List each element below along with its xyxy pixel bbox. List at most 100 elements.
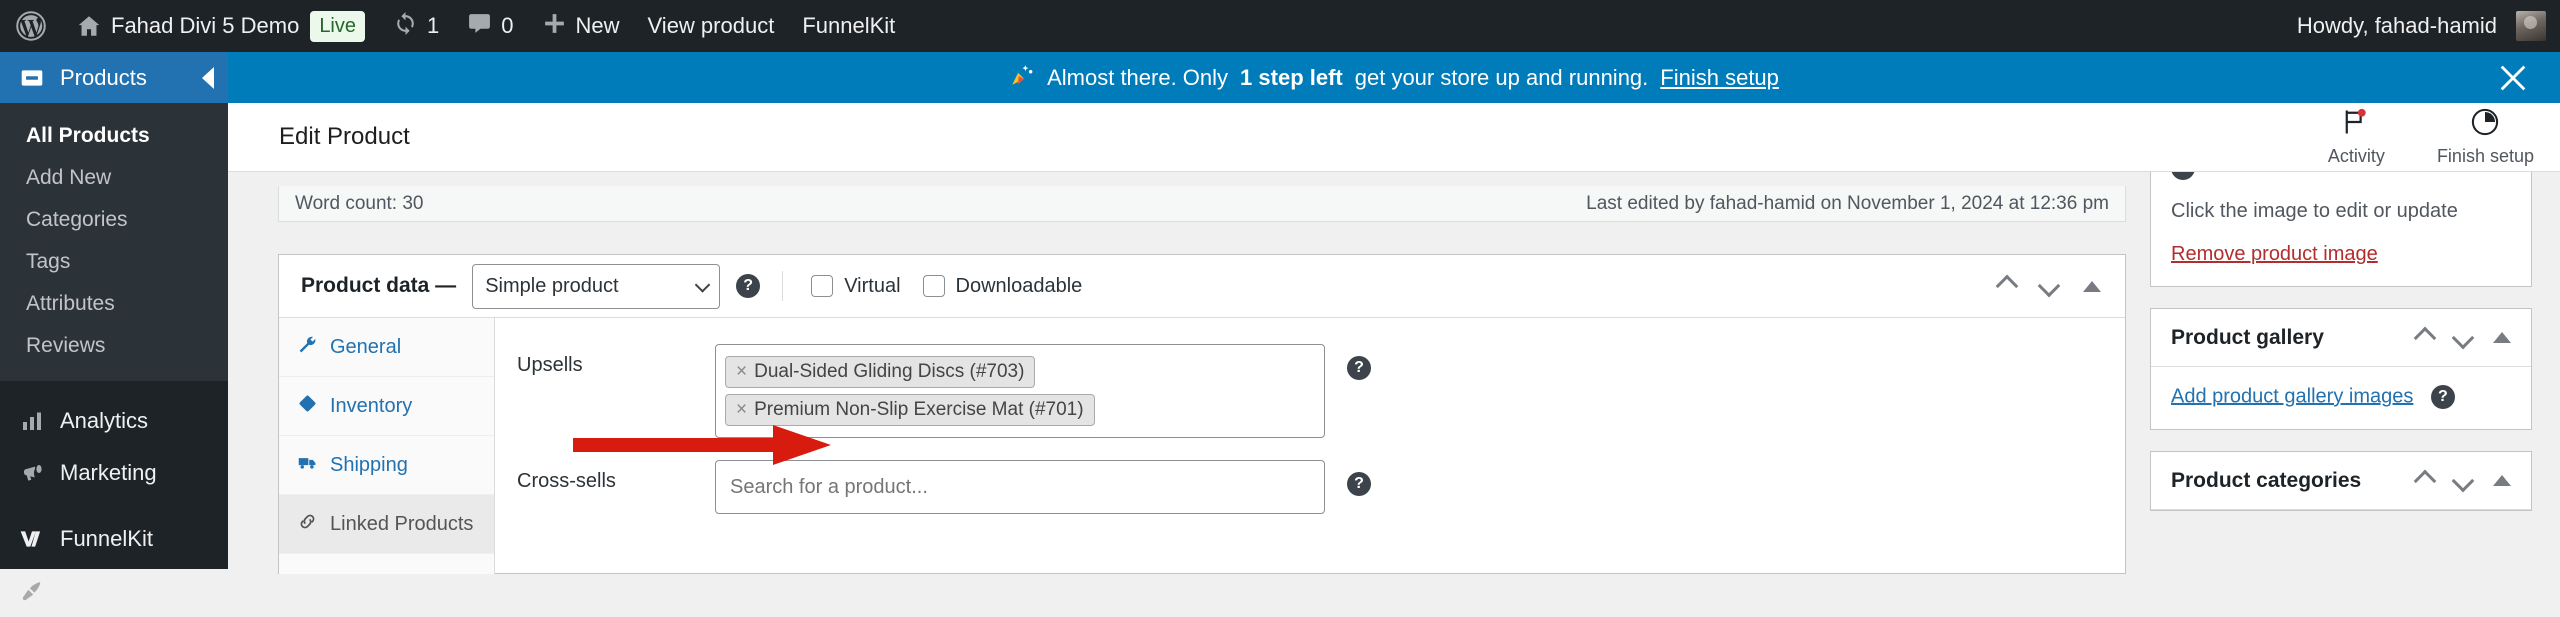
tab-linked-products[interactable]: Linked Products xyxy=(279,495,494,554)
site-name-label: Fahad Divi 5 Demo xyxy=(111,13,300,38)
upsells-help-icon[interactable]: ? xyxy=(1347,356,1371,380)
virtual-checkbox-group[interactable]: Virtual xyxy=(811,274,901,298)
tab-shipping-label: Shipping xyxy=(330,453,408,476)
downloadable-checkbox[interactable] xyxy=(922,275,945,297)
move-down-icon[interactable] xyxy=(2037,274,2061,298)
site-name-menu[interactable]: Fahad Divi 5 Demo Live xyxy=(62,0,379,52)
product-gallery-order-controls xyxy=(2413,326,2511,349)
product-image-caption: Click the image to edit or update xyxy=(2171,200,2458,222)
menu-separator-2 xyxy=(0,499,228,513)
woocommerce-header: Edit Product Activity Finish setup xyxy=(228,103,2560,172)
tab-shipping[interactable]: Shipping xyxy=(279,436,494,495)
product-type-select[interactable]: Simple product xyxy=(472,263,721,309)
admin-sidebar: Products All Products Add New Categories… xyxy=(0,52,228,603)
comments-menu[interactable]: 0 xyxy=(453,0,527,52)
collapse-menu-arrow-icon[interactable] xyxy=(202,66,214,89)
marketing-icon xyxy=(18,461,46,485)
product-categories-order-controls xyxy=(2413,469,2511,492)
product-categories-title: Product categories xyxy=(2171,468,2362,492)
celebration-icon xyxy=(1009,62,1035,94)
upsell-token-label: Premium Non-Slip Exercise Mat (#701) xyxy=(754,399,1084,420)
move-up-icon[interactable] xyxy=(1995,274,2019,298)
product-data-label: Product data — xyxy=(301,274,457,297)
submenu-item-attributes[interactable]: Attributes xyxy=(0,283,228,325)
submenu-item-tags[interactable]: Tags xyxy=(0,241,228,283)
wordpress-icon xyxy=(16,11,46,41)
annotation-arrow xyxy=(573,425,831,465)
crosssells-search-input[interactable] xyxy=(715,460,1325,514)
sidebar-item-marketing[interactable]: Marketing xyxy=(0,447,228,499)
finish-setup-button[interactable]: Finish setup xyxy=(2411,103,2560,171)
downloadable-checkbox-group[interactable]: Downloadable xyxy=(922,275,1082,298)
tab-inventory[interactable]: Inventory xyxy=(279,377,494,436)
move-up-icon[interactable] xyxy=(2413,469,2437,492)
upsell-token[interactable]: × Dual-Sided Gliding Discs (#703) xyxy=(725,356,1036,388)
sidebar-item-products[interactable]: Products xyxy=(0,52,228,103)
sidebar-products-label: Products xyxy=(60,64,147,90)
tab-general[interactable]: General xyxy=(279,318,494,377)
submenu-item-add-new[interactable]: Add New xyxy=(0,157,228,199)
user-account-menu[interactable]: Howdy, fahad-hamid xyxy=(2283,0,2560,52)
submenu-item-all-products[interactable]: All Products xyxy=(0,115,228,157)
activity-button[interactable]: Activity xyxy=(2302,103,2411,171)
remove-product-image-link[interactable]: Remove product image xyxy=(2171,243,2378,265)
activity-label: Activity xyxy=(2327,146,2385,166)
move-down-icon[interactable] xyxy=(2451,326,2475,349)
sidebar-item-appearance[interactable]: Appearance xyxy=(0,565,228,617)
remove-token-icon[interactable]: × xyxy=(736,361,747,383)
howdy-label: Howdy, fahad-hamid xyxy=(2296,13,2497,38)
add-product-gallery-images-link[interactable]: Add product gallery images xyxy=(2171,385,2413,407)
close-icon[interactable] xyxy=(2496,61,2530,95)
crosssells-help-icon[interactable]: ? xyxy=(1347,472,1371,496)
inventory-icon xyxy=(297,393,318,420)
product-gallery-panel: Product gallery Add product gallery imag… xyxy=(2150,308,2532,430)
toggle-panel-icon[interactable] xyxy=(2493,332,2511,343)
upsell-token-row-1: × Dual-Sided Gliding Discs (#703) xyxy=(725,353,1315,391)
products-icon xyxy=(18,65,46,91)
sidebar-item-analytics[interactable]: Analytics xyxy=(0,395,228,447)
header-actions: Activity Finish setup xyxy=(2302,103,2560,171)
banner-text-before: Almost there. Only xyxy=(1047,64,1229,90)
plus-icon xyxy=(542,11,567,42)
product-gallery-header: Product gallery xyxy=(2151,309,2531,367)
upsell-token[interactable]: × Premium Non-Slip Exercise Mat (#701) xyxy=(725,394,1095,426)
product-gallery-body: Add product gallery images ? xyxy=(2151,367,2531,429)
product-type-help-icon[interactable]: ? xyxy=(736,274,761,298)
updates-menu[interactable]: 1 xyxy=(379,0,453,52)
store-setup-banner: Almost there. Only 1 step left get your … xyxy=(228,52,2560,103)
view-product-menu[interactable]: View product xyxy=(634,0,789,52)
word-count-bar: Word count: 30 Last edited by fahad-hami… xyxy=(278,186,2126,222)
panel-order-controls xyxy=(1995,274,2125,298)
new-label: New xyxy=(575,13,620,38)
analytics-icon xyxy=(18,409,46,433)
remove-token-icon[interactable]: × xyxy=(736,399,747,421)
virtual-label: Virtual xyxy=(844,274,901,297)
product-gallery-help-icon[interactable]: ? xyxy=(2430,385,2455,409)
product-categories-header: Product categories xyxy=(2151,452,2531,510)
sidebar-item-funnelkit[interactable]: FunnelKit xyxy=(0,513,228,565)
toggle-panel-icon[interactable] xyxy=(2493,475,2511,486)
move-down-icon[interactable] xyxy=(2451,469,2475,492)
funnelkit-menu[interactable]: FunnelKit xyxy=(788,0,909,52)
toggle-panel-icon[interactable] xyxy=(2083,280,2101,292)
main-content: Word count: 30 Last edited by fahad-hami… xyxy=(228,109,2560,574)
finish-setup-link[interactable]: Finish setup xyxy=(1660,65,1779,91)
submenu-item-reviews[interactable]: Reviews xyxy=(0,325,228,367)
banner-text-bold: 1 step left xyxy=(1240,64,1343,90)
submenu-item-categories[interactable]: Categories xyxy=(0,199,228,241)
upsells-label: Upsells xyxy=(517,354,583,376)
product-type-select-wrapper: Simple product xyxy=(472,263,721,309)
view-product-label: View product xyxy=(647,13,775,38)
sidebar-appearance-label: Appearance xyxy=(60,578,179,603)
move-up-icon[interactable] xyxy=(2413,326,2437,349)
product-data-tabs: General Inventory Shipping Linked Produc… xyxy=(279,318,495,574)
wrench-icon xyxy=(297,334,318,361)
product-data-body: General Inventory Shipping Linked Produc… xyxy=(279,318,2125,574)
home-icon xyxy=(76,13,102,39)
funnelkit-label: FunnelKit xyxy=(802,13,896,38)
new-content-menu[interactable]: New xyxy=(528,0,634,52)
product-categories-panel: Product categories xyxy=(2150,451,2532,511)
funnelkit-icon xyxy=(18,526,46,552)
virtual-checkbox[interactable] xyxy=(811,275,834,297)
wordpress-logo-menu[interactable] xyxy=(0,0,62,52)
